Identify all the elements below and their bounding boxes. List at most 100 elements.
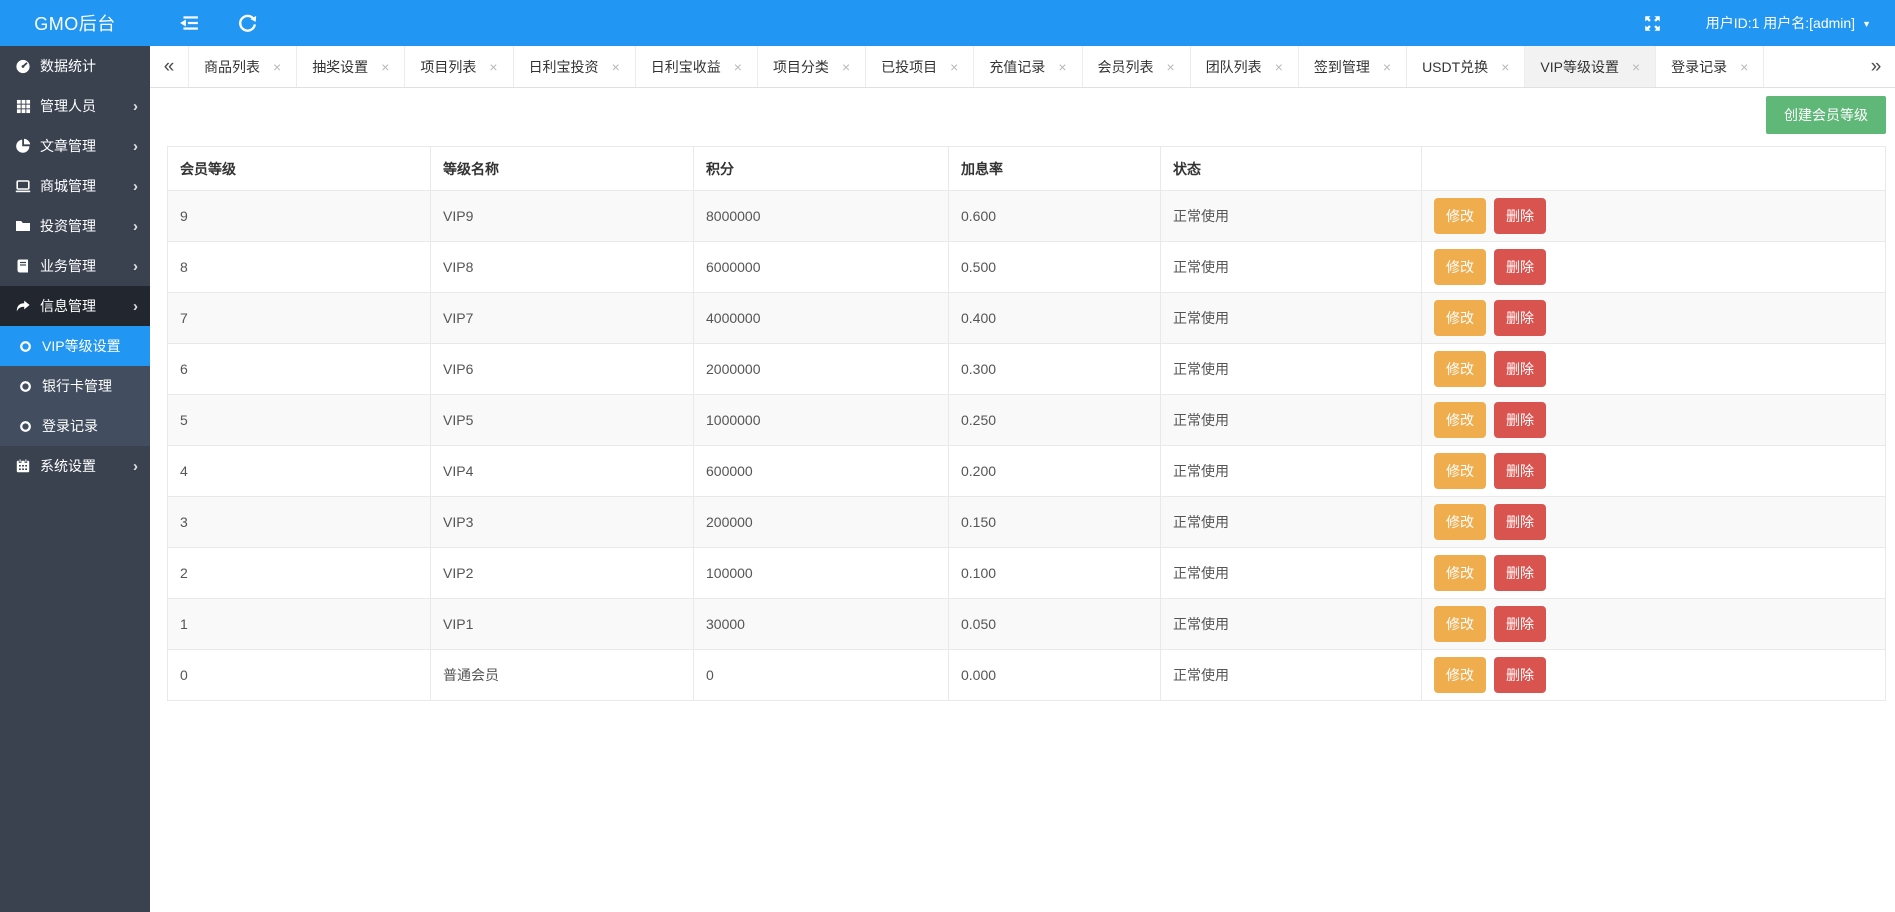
table-header-cell: 状态	[1161, 147, 1422, 191]
tab-close-icon[interactable]: ×	[489, 60, 497, 74]
cell-member-level: 7	[168, 293, 431, 344]
cell-points: 2000000	[694, 344, 949, 395]
tab-商品列表[interactable]: 商品列表×	[188, 46, 297, 87]
table-header-row: 会员等级等级名称积分加息率状态	[168, 147, 1886, 191]
dashboard-icon	[15, 58, 31, 74]
tab-close-icon[interactable]: ×	[612, 60, 620, 74]
edit-button[interactable]: 修改	[1434, 504, 1486, 540]
tab-USDT兑换[interactable]: USDT兑换 ×	[1407, 46, 1525, 87]
delete-button[interactable]: 删除	[1494, 351, 1546, 387]
sidebar-item-article-mgmt[interactable]: 文章管理›	[0, 126, 150, 166]
sidebar-menu: 数据统计管理人员›文章管理›商城管理›投资管理›业务管理›信息管理›VIP等级设…	[0, 46, 150, 912]
tab-登录记录[interactable]: 登录记录 ×	[1656, 46, 1764, 87]
tab-close-icon[interactable]: ×	[1740, 60, 1748, 74]
tab-充值记录[interactable]: 充值记录×	[974, 46, 1082, 87]
cell-member-level: 9	[168, 191, 431, 242]
tab-close-icon[interactable]: ×	[273, 60, 281, 74]
tab-会员列表[interactable]: 会员列表×	[1083, 46, 1191, 87]
tabs-scroll-left[interactable]: «	[150, 46, 188, 87]
chevron-right-icon: ›	[133, 259, 138, 274]
cell-level-name: VIP3	[431, 497, 694, 548]
sidebar-item-label: 系统设置	[40, 456, 133, 476]
edit-button[interactable]: 修改	[1434, 555, 1486, 591]
tab-close-icon[interactable]: ×	[381, 60, 389, 74]
edit-button[interactable]: 修改	[1434, 351, 1486, 387]
tab-日利宝投资[interactable]: 日利宝投资×	[514, 46, 636, 87]
tab-close-icon[interactable]: ×	[1058, 60, 1066, 74]
tab-close-icon[interactable]: ×	[734, 60, 742, 74]
tab-已投项目[interactable]: 已投项目×	[866, 46, 974, 87]
edit-button[interactable]: 修改	[1434, 606, 1486, 642]
edit-button[interactable]: 修改	[1434, 402, 1486, 438]
delete-button[interactable]: 删除	[1494, 198, 1546, 234]
cell-level-name: VIP8	[431, 242, 694, 293]
delete-button[interactable]: 删除	[1494, 504, 1546, 540]
tab-label: 项目分类	[773, 57, 829, 77]
tab-项目分类[interactable]: 项目分类 ×	[758, 46, 866, 87]
edit-button[interactable]: 修改	[1434, 249, 1486, 285]
tab-签到管理[interactable]: 签到管理 ×	[1299, 46, 1407, 87]
tab-团队列表[interactable]: 团队列表×	[1191, 46, 1299, 87]
sidebar: GMO后台 数据统计管理人员›文章管理›商城管理›投资管理›业务管理›信息管理›…	[0, 0, 150, 912]
sidebar-item-investment-mgmt[interactable]: 投资管理›	[0, 206, 150, 246]
tab-日利宝收益[interactable]: 日利宝收益 ×	[636, 46, 758, 87]
tab-close-icon[interactable]: ×	[950, 60, 958, 74]
cell-rate: 0.600	[949, 191, 1161, 242]
delete-button[interactable]: 删除	[1494, 606, 1546, 642]
chevron-right-icon: ›	[133, 459, 138, 474]
edit-button[interactable]: 修改	[1434, 453, 1486, 489]
tab-close-icon[interactable]: ×	[1383, 60, 1391, 74]
refresh-icon[interactable]	[236, 12, 258, 34]
sidebar-item-admin-staff[interactable]: 管理人员›	[0, 86, 150, 126]
tabs-scroll-right[interactable]: »	[1857, 46, 1895, 87]
delete-button[interactable]: 删除	[1494, 300, 1546, 336]
edit-button[interactable]: 修改	[1434, 198, 1486, 234]
cell-points: 6000000	[694, 242, 949, 293]
tab-label: 登录记录	[1671, 57, 1727, 77]
delete-button[interactable]: 删除	[1494, 657, 1546, 693]
cell-points: 4000000	[694, 293, 949, 344]
tab-label: USDT兑换	[1422, 57, 1488, 77]
sidebar-item-info-mgmt[interactable]: 信息管理›	[0, 286, 150, 326]
cell-member-level: 8	[168, 242, 431, 293]
tab-close-icon[interactable]: ×	[1632, 60, 1640, 74]
delete-button[interactable]: 删除	[1494, 555, 1546, 591]
table-row: 1VIP1300000.050正常使用修改删除	[168, 599, 1886, 650]
delete-button[interactable]: 删除	[1494, 249, 1546, 285]
sidebar-item-login-records[interactable]: 登录记录	[0, 406, 150, 446]
sidebar-item-label: 信息管理	[40, 296, 133, 316]
edit-button[interactable]: 修改	[1434, 300, 1486, 336]
tab-label: 签到管理	[1314, 57, 1370, 77]
cell-level-name: VIP4	[431, 446, 694, 497]
table-row: 0普通会员00.000正常使用修改删除	[168, 650, 1886, 701]
tab-close-icon[interactable]: ×	[1167, 60, 1175, 74]
cell-status: 正常使用	[1161, 650, 1422, 701]
cell-points: 600000	[694, 446, 949, 497]
tab-close-icon[interactable]: ×	[842, 60, 850, 74]
app-window: GMO后台 数据统计管理人员›文章管理›商城管理›投资管理›业务管理›信息管理›…	[0, 0, 1895, 912]
sidebar-item-vip-level-settings[interactable]: VIP等级设置	[0, 326, 150, 366]
sidebar-item-data-stats[interactable]: 数据统计	[0, 46, 150, 86]
sidebar-item-system-settings[interactable]: 系统设置›	[0, 446, 150, 486]
tab-抽奖设置[interactable]: 抽奖设置×	[297, 46, 405, 87]
tab-项目列表[interactable]: 项目列表 ×	[405, 46, 513, 87]
cell-rate: 0.150	[949, 497, 1161, 548]
tab-label: 项目列表	[420, 57, 476, 77]
tab-close-icon[interactable]: ×	[1501, 60, 1509, 74]
sidebar-item-business-mgmt[interactable]: 业务管理›	[0, 246, 150, 286]
collapse-menu-icon[interactable]	[178, 12, 200, 34]
tab-VIP等级设置[interactable]: VIP等级设置×	[1525, 46, 1656, 87]
user-dropdown[interactable]: 用户ID:1 用户名:[admin] ▼	[1706, 13, 1871, 33]
tab-close-icon[interactable]: ×	[1275, 60, 1283, 74]
fullscreen-icon[interactable]	[1642, 12, 1664, 34]
cell-points: 30000	[694, 599, 949, 650]
sidebar-item-bank-card-mgmt[interactable]: 银行卡管理	[0, 366, 150, 406]
delete-button[interactable]: 删除	[1494, 453, 1546, 489]
edit-button[interactable]: 修改	[1434, 657, 1486, 693]
chevron-right-icon: ›	[133, 139, 138, 154]
sidebar-item-mall-mgmt[interactable]: 商城管理›	[0, 166, 150, 206]
create-vip-level-button[interactable]: 创建会员等级	[1766, 96, 1886, 134]
book-icon	[15, 258, 31, 274]
delete-button[interactable]: 删除	[1494, 402, 1546, 438]
tab-label: 日利宝收益	[651, 57, 721, 77]
